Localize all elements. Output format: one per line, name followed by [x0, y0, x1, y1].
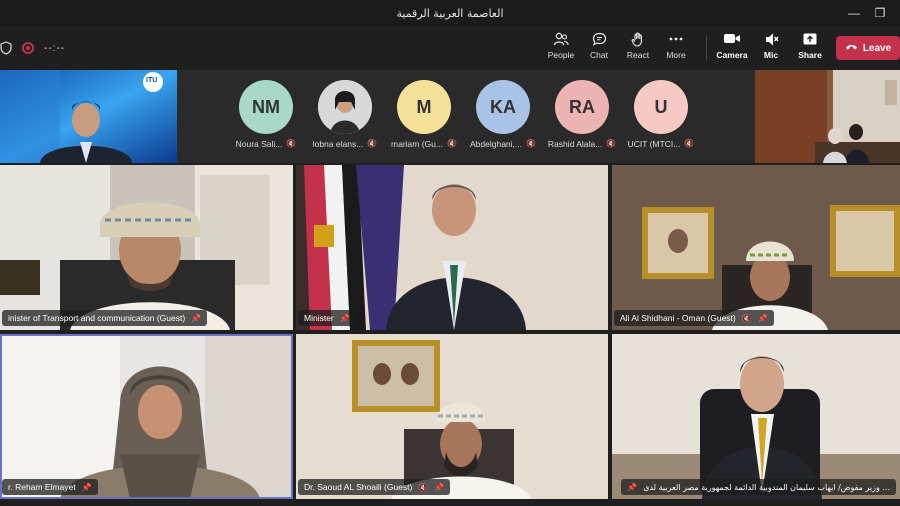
video-tile-6[interactable]: 📌 وزير مفوض/ ايهاب سليمان المندوبية الدا… — [612, 334, 900, 499]
more-label: More — [666, 50, 686, 60]
chat-label: Chat — [590, 50, 608, 60]
participant-name: Dr. Saoud AL Shoaili (Guest) — [304, 482, 413, 492]
more-button[interactable]: More — [656, 32, 696, 66]
title-bar: العاصمة العربية الرقمية — ❐ — [0, 0, 900, 26]
react-button[interactable]: React — [618, 32, 658, 66]
participant-avatar-nm[interactable]: NM Noura Sali... 🔇 — [226, 80, 306, 160]
recording-icon — [22, 42, 34, 54]
video-tile-3[interactable]: Ali Al Shidhani - Oman (Guest) 🔇 📌 — [612, 165, 900, 330]
participant-avatar-u[interactable]: U UCIT (MTCI... 🔇 — [621, 80, 701, 160]
chat-button[interactable]: Chat — [579, 32, 619, 66]
mic-off-icon: 🔇 — [286, 139, 297, 148]
pin-icon: 📌 — [191, 313, 202, 323]
chat-icon — [579, 32, 619, 48]
participant-strip: ITU NM Noura Sali... 🔇 lobna elans... 🔇 M … — [0, 70, 900, 163]
hand-icon — [618, 32, 658, 48]
toolbar-divider — [706, 36, 707, 60]
participant-nametag: inister of Transport and communication (… — [2, 310, 208, 326]
participant-avatar-ra[interactable]: RA Rashid Alala... 🔇 — [542, 80, 622, 160]
mic-off-icon: 🔇 — [367, 139, 378, 148]
participant-name: Ali Al Shidhani - Oman (Guest) — [620, 313, 736, 323]
participant-name: r. Reham Elmayet — [8, 482, 76, 492]
mic-button[interactable]: Mic — [751, 32, 791, 66]
itu-logo: ITU — [146, 77, 158, 84]
participant-video-room[interactable] — [755, 70, 900, 163]
participant-nametag: Dr. Saoud AL Shoaili (Guest) 🔇 📌 — [298, 479, 451, 495]
pin-icon: 📌 — [81, 482, 92, 492]
participant-avatar-lobna[interactable]: lobna elans... 🔇 — [305, 80, 385, 160]
meeting-timer: --:-- — [44, 42, 66, 54]
avatar: U — [634, 80, 688, 134]
window-title: العاصمة العربية الرقمية — [396, 7, 504, 20]
minimize-button[interactable]: — — [846, 5, 862, 21]
avatar: KA — [476, 80, 530, 134]
participant-avatar-ka[interactable]: KA Abdelghani,... 🔇 — [463, 80, 543, 160]
share-label: Share — [798, 50, 822, 60]
video-tile-2[interactable]: Minister 📌 — [296, 165, 608, 330]
avatar: NM — [239, 80, 293, 134]
people-label: People — [547, 50, 575, 60]
avatar: RA — [555, 80, 609, 134]
meeting-toolbar: --:-- People Chat React More Camera Mic … — [0, 26, 900, 70]
mic-off-icon: 🔇 — [526, 139, 536, 148]
video-tile-1[interactable]: inister of Transport and communication (… — [0, 165, 293, 330]
participant-name: Rashid Alala... — [547, 139, 603, 149]
react-label: React — [626, 50, 650, 60]
more-icon — [656, 32, 696, 48]
avatar-photo — [318, 80, 372, 134]
participant-video-itu[interactable]: ITU — [0, 70, 177, 163]
camera-icon — [712, 32, 752, 48]
participant-name: Noura Sali... — [235, 139, 283, 149]
mic-off-icon: 🔇 — [741, 313, 752, 323]
phone-hangup-icon — [845, 42, 858, 54]
mic-off-icon: 🔇 — [684, 139, 695, 148]
participant-nametag: r. Reham Elmayet 📌 — [2, 479, 98, 495]
mic-off-icon: 🔇 — [446, 139, 457, 148]
mic-off-icon — [751, 32, 791, 48]
mic-off-icon: 🔇 — [418, 482, 429, 492]
participant-name: وزير مفوض/ ايهاب سليمان المندوبية الدائم… — [643, 482, 890, 492]
participant-nametag: 📌 وزير مفوض/ ايهاب سليمان المندوبية الدا… — [621, 479, 896, 495]
pin-icon: 📌 — [757, 313, 768, 323]
leave-button[interactable]: Leave — [836, 36, 900, 60]
maximize-button[interactable]: ❐ — [872, 5, 888, 21]
leave-label: Leave — [862, 42, 892, 54]
participant-name: lobna elans... — [312, 139, 364, 149]
participant-avatar-m[interactable]: M mariam (Gu... 🔇 — [384, 80, 464, 160]
participant-name: Minister — [304, 313, 334, 323]
participant-name: inister of Transport and communication (… — [8, 313, 186, 323]
participant-name: UCIT (MTCI... — [627, 139, 681, 149]
people-icon — [541, 32, 581, 48]
share-icon — [790, 32, 830, 48]
participant-nametag: Ali Al Shidhani - Oman (Guest) 🔇 📌 — [614, 310, 774, 326]
pin-icon: 📌 — [627, 482, 638, 492]
video-tile-4[interactable]: r. Reham Elmayet 📌 — [0, 334, 293, 499]
mic-off-icon: 🔇 — [606, 139, 617, 148]
participant-nametag: Minister 📌 — [298, 310, 356, 326]
pin-icon: 📌 — [434, 482, 445, 492]
avatar: M — [397, 80, 451, 134]
participant-name: mariam (Gu... — [391, 139, 443, 149]
participant-name: Abdelghani,... — [470, 139, 522, 149]
mic-label: Mic — [763, 50, 779, 60]
camera-button[interactable]: Camera — [712, 32, 752, 66]
camera-label: Camera — [716, 50, 748, 60]
pin-icon: 📌 — [339, 313, 350, 323]
shield-icon — [0, 41, 12, 55]
meeting-info: --:-- — [0, 38, 65, 58]
share-button[interactable]: Share — [790, 32, 830, 66]
people-button[interactable]: People — [541, 32, 581, 66]
video-tile-5[interactable]: Dr. Saoud AL Shoaili (Guest) 🔇 📌 — [296, 334, 608, 499]
